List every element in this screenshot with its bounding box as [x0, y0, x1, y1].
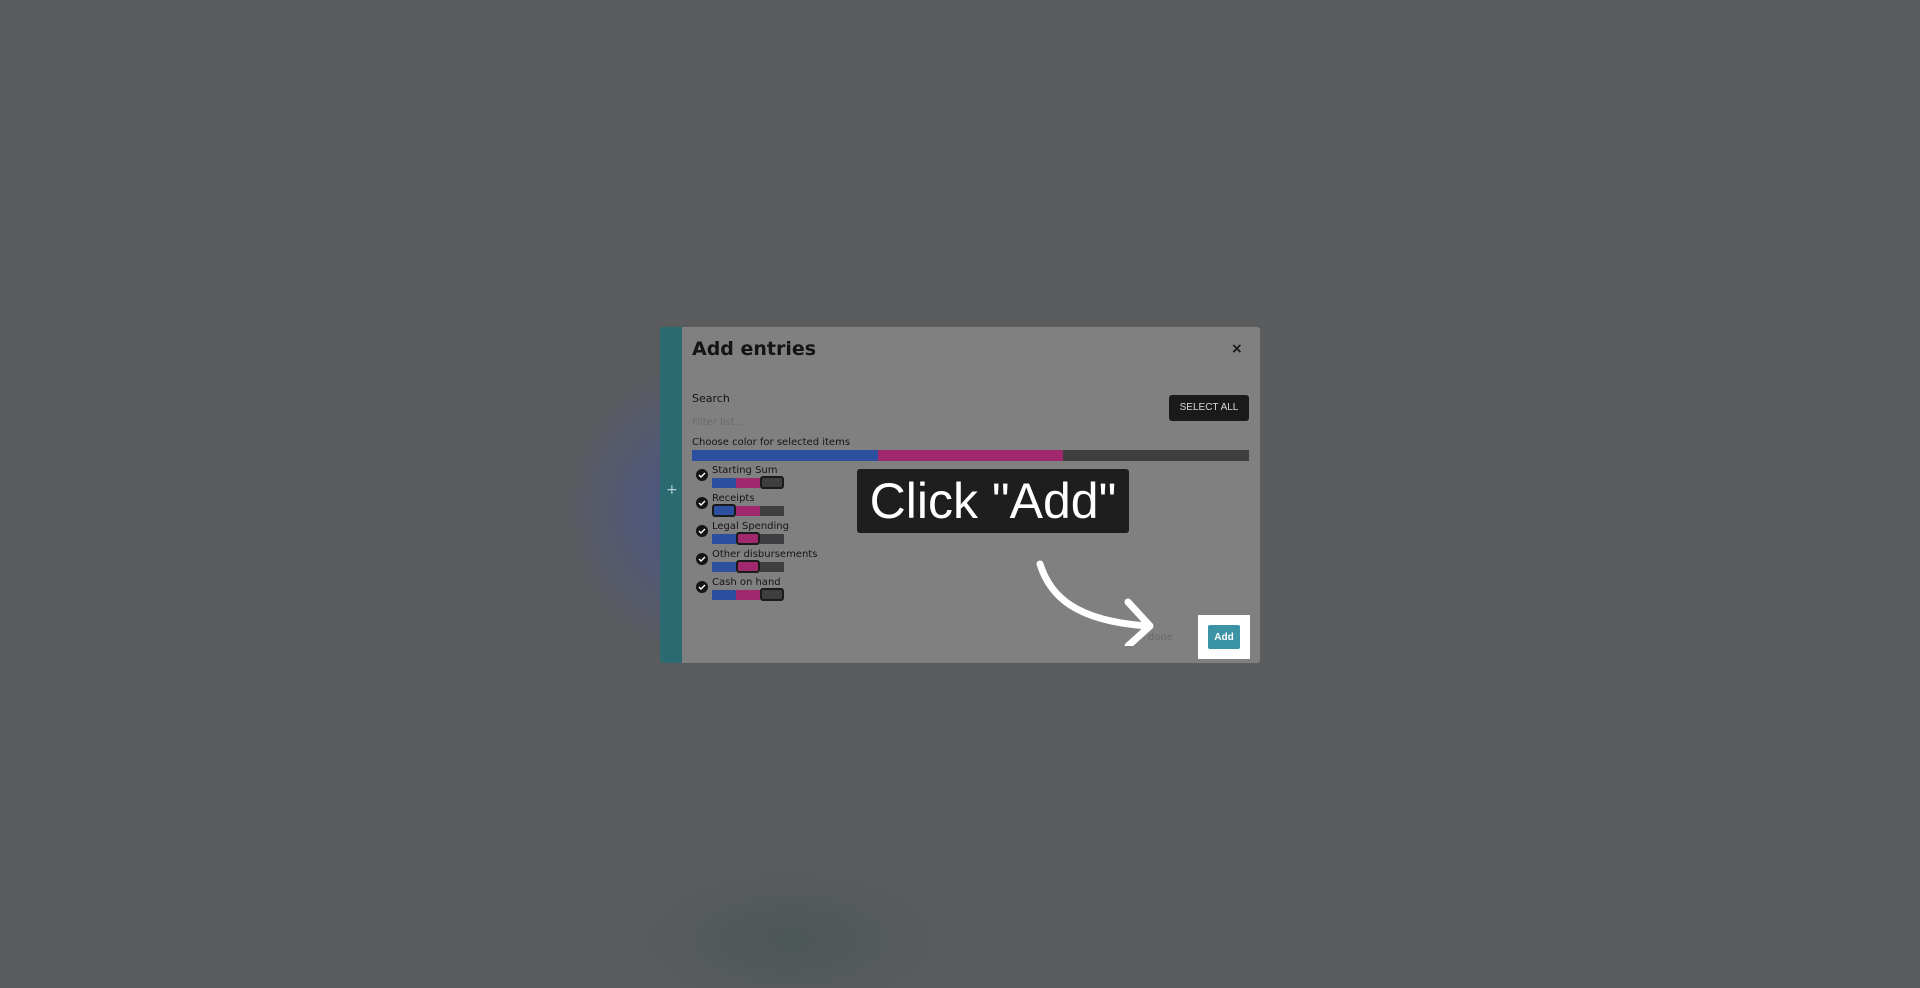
list-item-label: Other disbursements: [712, 549, 818, 560]
color-chooser-label: Choose color for selected items: [692, 437, 851, 448]
swatch-dark-gray[interactable]: [760, 476, 784, 489]
checkmark-icon[interactable]: [696, 469, 708, 481]
color-chooser-bar: [692, 450, 1250, 461]
swatch-blue[interactable]: [712, 590, 736, 600]
swatch-blue[interactable]: [712, 534, 736, 544]
swatch-dark-gray[interactable]: [760, 562, 784, 572]
list-item-label: Starting Sum: [712, 465, 778, 476]
curved-arrow-icon: [1036, 560, 1154, 646]
swatch-magenta[interactable]: [736, 590, 760, 600]
list-item-label: Receipts: [712, 493, 755, 504]
list-item-label: Legal Spending: [712, 521, 789, 532]
dialog-title: Add entries: [692, 338, 817, 360]
filter-input[interactable]: [692, 414, 892, 430]
swatch-dark-gray[interactable]: [760, 534, 784, 544]
checkmark-icon[interactable]: [696, 581, 708, 593]
swatch-magenta[interactable]: [736, 506, 760, 516]
checkmark-icon[interactable]: [696, 497, 708, 509]
color-swatches: [712, 560, 784, 573]
swatch-magenta[interactable]: [736, 532, 760, 545]
checkmark-icon[interactable]: [696, 553, 708, 565]
color-option-blue[interactable]: [692, 450, 878, 461]
swatch-blue[interactable]: [712, 504, 736, 517]
swatch-dark-gray[interactable]: [760, 588, 784, 601]
background-blur-teal: [620, 860, 960, 988]
color-swatches: [712, 504, 784, 517]
color-swatches: [712, 532, 784, 545]
color-swatches: [712, 588, 784, 601]
swatch-dark-gray[interactable]: [760, 506, 784, 516]
checkmark-icon[interactable]: [696, 525, 708, 537]
swatch-magenta[interactable]: [736, 560, 760, 573]
dialog-sidebar-strip: +: [660, 327, 682, 663]
color-swatches: [712, 476, 784, 489]
swatch-magenta[interactable]: [736, 478, 760, 488]
plus-icon[interactable]: +: [666, 483, 678, 497]
list-item-label: Cash on hand: [712, 577, 781, 588]
search-label: Search: [692, 392, 730, 405]
add-button[interactable]: Add: [1208, 625, 1240, 649]
color-option-magenta[interactable]: [877, 450, 1064, 461]
close-icon[interactable]: ×: [1231, 341, 1243, 357]
instruction-callout: Click "Add": [857, 469, 1129, 533]
swatch-blue[interactable]: [712, 478, 736, 488]
swatch-blue[interactable]: [712, 562, 736, 572]
color-option-dark-gray[interactable]: [1063, 450, 1250, 461]
select-all-button[interactable]: SELECT ALL: [1169, 395, 1249, 421]
